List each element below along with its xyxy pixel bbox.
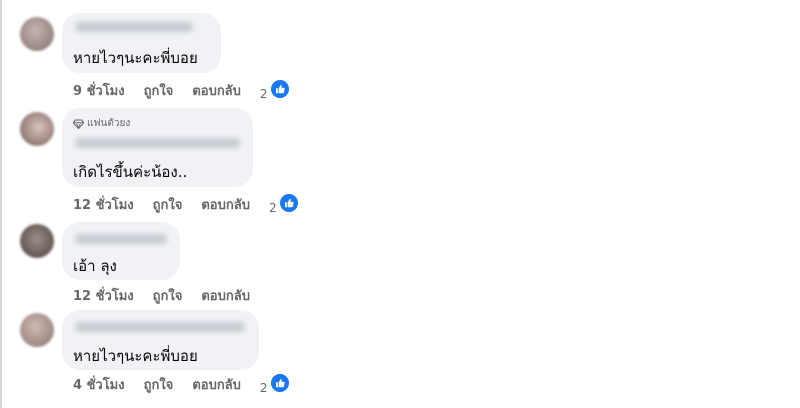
comment-text: เกิดไรขึ้นค่ะน้อง..: [73, 163, 188, 181]
thumbs-up-icon: [271, 374, 290, 392]
commenter-name-blurred[interactable]: [75, 22, 193, 32]
thumbs-up-icon: [280, 194, 299, 212]
reply-button[interactable]: ตอบกลับ: [192, 374, 241, 395]
like-button[interactable]: ถูกใจ: [144, 374, 174, 395]
comment-bubble: หายไวๆนะคะพี่บอย: [62, 13, 221, 73]
comment-text: หายไวๆนะคะพี่บอย: [73, 49, 198, 67]
reply-button[interactable]: ตอบกลับ: [192, 80, 241, 101]
diamond-icon: [73, 118, 84, 129]
comment-text: เอ้า ลุง: [73, 257, 117, 275]
timestamp[interactable]: 9 ชั่วโมง: [73, 80, 125, 101]
commenter-name-blurred[interactable]: [75, 322, 245, 332]
timestamp[interactable]: 4 ชั่วโมง: [73, 374, 125, 395]
comment-bubble: หายไวๆนะคะพี่บอย: [62, 310, 259, 370]
comment-bubble: เอ้า ลุง: [62, 222, 180, 280]
timestamp[interactable]: 12 ชั่วโมง: [73, 194, 134, 215]
comment-meta: 4 ชั่วโมง ถูกใจ ตอบกลับ 2: [73, 374, 290, 395]
reaction-count[interactable]: 2: [259, 80, 290, 101]
reply-button[interactable]: ตอบกลับ: [201, 194, 250, 215]
commenter-name-blurred[interactable]: [75, 234, 167, 244]
avatar[interactable]: [20, 17, 54, 51]
reaction-count-value: 2: [259, 381, 268, 395]
like-button[interactable]: ถูกใจ: [153, 194, 183, 215]
comment-bubble: แฟนตัวยง เกิดไรขึ้นค่ะน้อง..: [62, 108, 253, 187]
reaction-count[interactable]: 2: [268, 194, 299, 215]
thumbs-up-icon: [271, 80, 290, 98]
reaction-count-value: 2: [259, 87, 268, 101]
reply-button[interactable]: ตอบกลับ: [201, 285, 250, 306]
badge-label: แฟนตัวยง: [87, 118, 131, 129]
reaction-count[interactable]: 2: [259, 374, 290, 395]
thread-left-rule: [0, 0, 2, 408]
comment-meta: 9 ชั่วโมง ถูกใจ ตอบกลับ 2: [73, 80, 290, 101]
reaction-count-value: 2: [268, 201, 277, 215]
avatar[interactable]: [20, 112, 54, 146]
comment-meta: 12 ชั่วโมง ถูกใจ ตอบกลับ 2: [73, 194, 299, 215]
like-button[interactable]: ถูกใจ: [144, 80, 174, 101]
avatar[interactable]: [20, 224, 54, 258]
like-button[interactable]: ถูกใจ: [153, 285, 183, 306]
top-fan-badge[interactable]: แฟนตัวยง: [73, 116, 130, 131]
avatar[interactable]: [20, 313, 54, 347]
commenter-name-blurred[interactable]: [75, 138, 240, 148]
comment-meta: 12 ชั่วโมง ถูกใจ ตอบกลับ: [73, 285, 269, 306]
timestamp[interactable]: 12 ชั่วโมง: [73, 285, 134, 306]
comment-text: หายไวๆนะคะพี่บอย: [73, 347, 198, 365]
